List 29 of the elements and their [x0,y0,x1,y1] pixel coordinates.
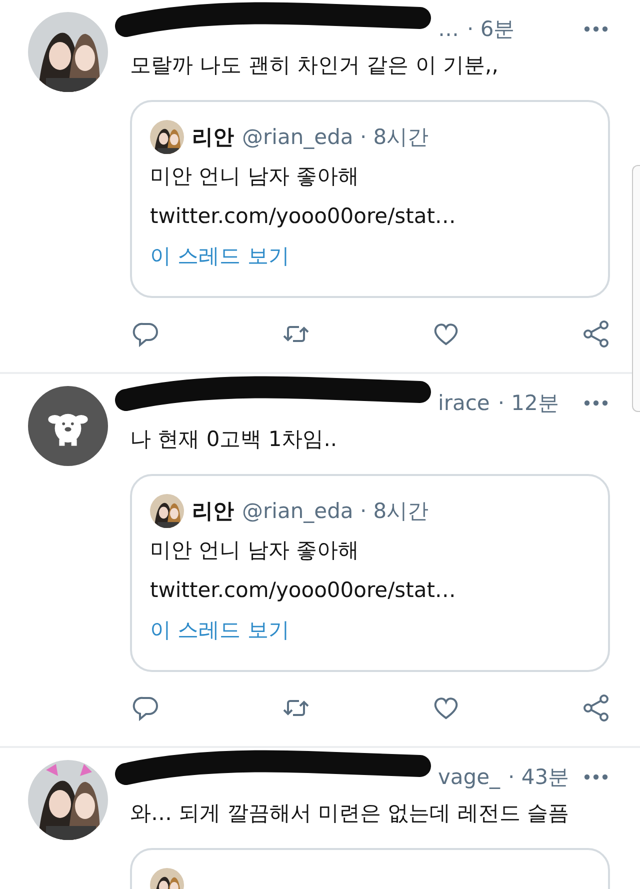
tweet-time: · 43분 [508,764,570,791]
reply-icon[interactable] [132,694,160,722]
tweet-time: · 6분 [467,16,515,43]
tweet-time: · 12분 [498,390,559,417]
tweet-text: 나 현재 0고백 1차임.. [130,426,338,453]
more-icon[interactable] [584,400,608,406]
author-handle: @rian_eda · 8시간 [242,124,429,151]
tweet-text: 와… 되게 깔끔해서 미련은 없는데 레전드 슬픔 [130,800,570,827]
quoted-text: 미안 언니 남자 좋아해 [150,537,360,564]
author-handle: @rian_eda · 8시간 [242,498,429,525]
more-icon[interactable] [584,26,608,32]
author-name: 리안 [192,498,234,525]
share-icon[interactable] [582,694,610,722]
thread-link[interactable]: 이 스레드 보기 [150,238,290,274]
handle-text: vage_ [438,765,500,789]
link-text: twitter.com/yooo00ore/stat… [150,203,457,230]
scrollbar[interactable] [632,165,640,412]
thread-link[interactable]: 이 스레드 보기 [150,612,290,648]
reply-icon[interactable] [132,320,160,348]
quoted-text: 미안 언니 남자 좋아해 [150,163,360,190]
handle-text: … [438,17,459,41]
link-text: twitter.com/yooo00ore/stat… [150,577,457,604]
share-icon[interactable] [582,320,610,348]
quoted-tweet-card[interactable]: 리안 @rian_eda · 8시간 미안 언니 남자 좋아해 twitter.com/yooo00ore/stat… 이 스레드 보기 [130,474,610,672]
more-icon[interactable] [584,774,608,780]
quoted-tweet-card[interactable]: 리안 @rian_eda · 8시간 미안 언니 남자 좋아해 twitter.com/yooo00ore/stat… 이 스레드 보기 [130,100,610,298]
handle-text: irace [438,391,490,415]
author-name: 리안 [192,124,234,151]
tweet-text: 모랄까 나도 괜히 차인거 같은 이 기분,, [130,52,500,79]
